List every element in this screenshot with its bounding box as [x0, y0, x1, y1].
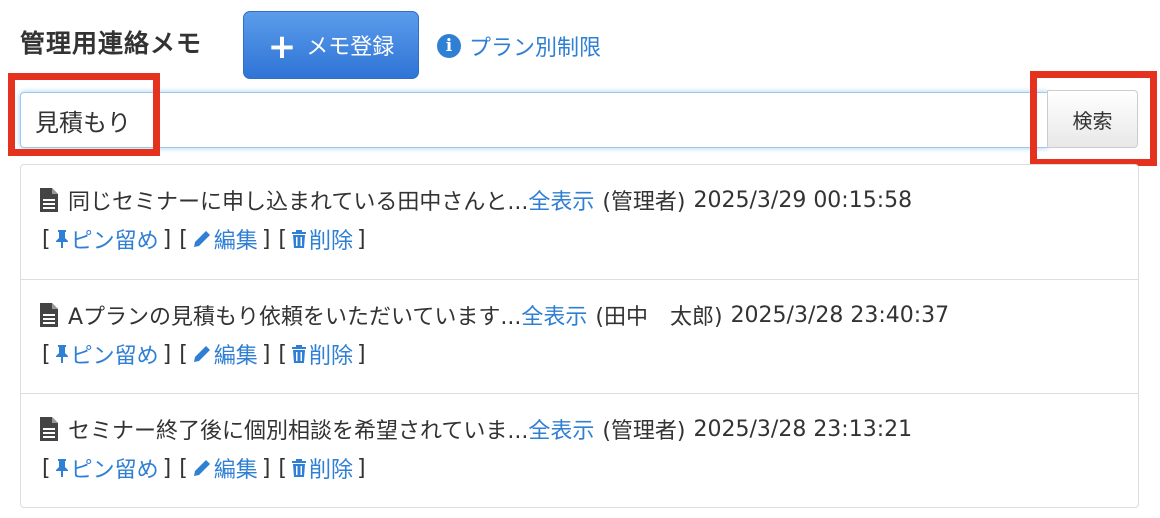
bracket-open: [	[42, 226, 51, 252]
bracket-open: [	[278, 455, 287, 481]
pin-action[interactable]: ピン留め	[55, 338, 159, 370]
delete-action[interactable]: 削除	[291, 452, 353, 484]
pin-icon	[55, 345, 68, 363]
edit-action[interactable]: 編集	[192, 452, 258, 484]
info-icon: i	[437, 34, 461, 58]
edit-label: 編集	[213, 344, 258, 369]
show-all-link[interactable]: 全表示	[528, 413, 594, 445]
memo-text: セミナー終了後に個別相談を希望されていま...	[68, 419, 529, 444]
trash-icon	[292, 345, 306, 363]
memo-author: (田中 太郎)	[595, 305, 723, 330]
search-bar: 検索	[0, 86, 1160, 156]
bracket-open: [	[179, 455, 188, 481]
bracket-open: [	[278, 341, 287, 367]
pin-label: ピン留め	[70, 458, 159, 483]
memo-text: 同じセミナーに申し込まれている田中さんと...	[68, 190, 529, 215]
memo-item: セミナー終了後に個別相談を希望されていま... 全表示 (管理者) 2025/3…	[21, 393, 1138, 507]
pin-icon	[55, 230, 68, 248]
memo-timestamp: 2025/3/28 23:13:21	[693, 416, 913, 442]
memo-author: (管理者)	[602, 190, 686, 215]
memo-timestamp: 2025/3/28 23:40:37	[730, 302, 950, 328]
memo-timestamp: 2025/3/29 00:15:58	[693, 187, 913, 213]
search-input[interactable]	[20, 92, 1048, 148]
search-button[interactable]: 検索	[1047, 90, 1138, 148]
trash-icon	[292, 230, 306, 248]
bracket-close: ]	[261, 341, 271, 367]
delete-action[interactable]: 削除	[291, 338, 353, 370]
memo-text: Aプランの見積もり依頼をいただいています...	[68, 305, 522, 330]
trash-icon	[292, 459, 306, 477]
document-icon	[40, 303, 58, 327]
pencil-icon	[193, 460, 210, 476]
bracket-close: ]	[261, 226, 271, 252]
bracket-close: ]	[357, 341, 366, 367]
memo-author: (管理者)	[602, 419, 686, 444]
document-icon	[40, 417, 58, 441]
show-all-link[interactable]: 全表示	[521, 299, 587, 331]
pencil-icon	[193, 346, 210, 362]
bracket-close: ]	[357, 226, 366, 252]
bracket-open: [	[42, 455, 51, 481]
bracket-close: ]	[162, 226, 172, 252]
edit-label: 編集	[213, 458, 258, 483]
plan-limits-link[interactable]: i プラン別制限	[437, 30, 601, 62]
pin-label: ピン留め	[70, 229, 159, 254]
bracket-close: ]	[162, 455, 172, 481]
document-icon	[40, 188, 58, 212]
pin-icon	[55, 459, 68, 477]
bracket-close: ]	[357, 455, 366, 481]
delete-label: 削除	[309, 458, 354, 483]
pin-action[interactable]: ピン留め	[55, 223, 159, 255]
add-memo-button[interactable]: + メモ登録	[243, 11, 419, 79]
bracket-close: ]	[261, 455, 271, 481]
bracket-open: [	[278, 226, 287, 252]
plan-limits-label: プラン別制限	[469, 36, 602, 61]
delete-label: 削除	[309, 344, 354, 369]
show-all-link[interactable]: 全表示	[528, 184, 594, 216]
delete-action[interactable]: 削除	[291, 223, 353, 255]
add-memo-button-label: メモ登録	[306, 35, 395, 60]
pin-label: ピン留め	[70, 344, 159, 369]
edit-action[interactable]: 編集	[192, 223, 258, 255]
bracket-close: ]	[162, 341, 172, 367]
edit-label: 編集	[213, 229, 258, 254]
pin-action[interactable]: ピン留め	[55, 452, 159, 484]
plus-icon: +	[267, 27, 297, 67]
header: 管理用連絡メモ + メモ登録 i プラン別制限	[0, 0, 1160, 86]
bracket-open: [	[179, 226, 188, 252]
memo-item: 同じセミナーに申し込まれている田中さんと... 全表示 (管理者) 2025/3…	[21, 165, 1138, 279]
pencil-icon	[193, 231, 210, 247]
memo-list: 同じセミナーに申し込まれている田中さんと... 全表示 (管理者) 2025/3…	[20, 164, 1139, 508]
edit-action[interactable]: 編集	[192, 338, 258, 370]
bracket-open: [	[179, 341, 188, 367]
page-title: 管理用連絡メモ	[20, 29, 203, 58]
memo-item: Aプランの見積もり依頼をいただいています... 全表示 (田中 太郎) 2025…	[21, 279, 1138, 393]
delete-label: 削除	[309, 229, 354, 254]
bracket-open: [	[42, 341, 51, 367]
